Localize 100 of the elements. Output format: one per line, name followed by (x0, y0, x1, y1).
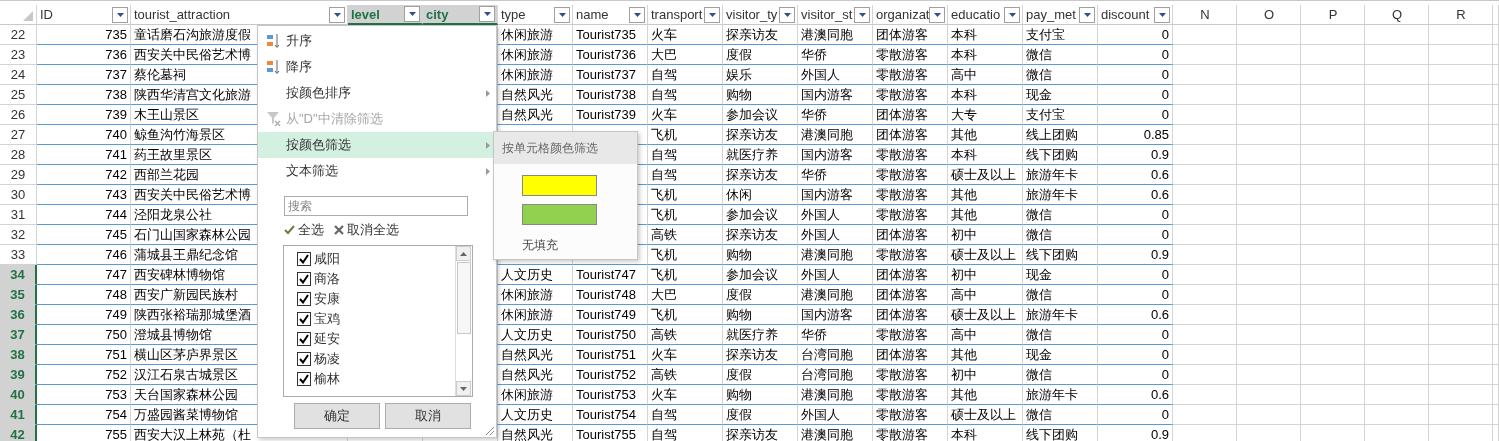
caret-icon (1083, 12, 1091, 17)
ok-button[interactable]: 确定 (294, 403, 380, 429)
table-cell: 火车 (648, 345, 723, 365)
search-field[interactable]: 搜索 (284, 196, 468, 216)
column-header[interactable]: visitor_ty (723, 5, 798, 25)
column-label: educatio (951, 7, 1001, 22)
checkbox[interactable] (297, 272, 311, 286)
filter-button[interactable] (1079, 6, 1095, 23)
row-number[interactable]: 35 (0, 285, 37, 305)
table-cell: 本科 (948, 45, 1023, 65)
row-number[interactable]: 26 (0, 105, 37, 125)
no-fill-option[interactable]: 无填充 (522, 237, 558, 254)
cancel-button[interactable]: 取消 (385, 403, 471, 429)
table-cell: 零散游客 (873, 365, 948, 385)
column-header[interactable]: N (1173, 5, 1237, 25)
table-cell: 探亲访友 (723, 225, 798, 245)
row-number[interactable]: 27 (0, 125, 37, 145)
table-cell: Tourist739 (573, 105, 648, 125)
table-cell: 华侨 (798, 325, 873, 345)
row-number[interactable]: 23 (0, 45, 37, 65)
filter-button[interactable] (1154, 6, 1170, 23)
column-header[interactable]: O (1237, 5, 1301, 25)
table-cell: 度假 (723, 285, 798, 305)
row-number[interactable]: 42 (0, 425, 37, 441)
table-cell: 初中 (948, 265, 1023, 285)
column-header[interactable]: level (348, 5, 423, 25)
column-header[interactable]: R (1429, 5, 1493, 25)
table-cell: 大巴 (648, 285, 723, 305)
row-number[interactable]: 25 (0, 85, 37, 105)
table-cell: 746 (37, 245, 131, 265)
filter-button[interactable] (929, 6, 946, 23)
row-number[interactable]: 31 (0, 205, 37, 225)
table-cell: 高中 (948, 285, 1023, 305)
table-cell: 休闲旅游 (498, 385, 573, 405)
column-header[interactable]: tourist_attraction (131, 5, 348, 25)
column-label: tourist_attraction (134, 7, 231, 22)
filter-button[interactable] (404, 6, 420, 22)
row-number[interactable]: 22 (0, 25, 37, 45)
row-number[interactable]: 30 (0, 185, 37, 205)
table-cell: 742 (37, 165, 131, 185)
checkbox[interactable] (297, 252, 311, 266)
scrollbar[interactable] (455, 246, 472, 396)
column-header[interactable]: discount (1098, 5, 1173, 25)
checkbox[interactable] (297, 372, 311, 386)
row-number[interactable]: 29 (0, 165, 37, 185)
table-cell: 高中 (948, 325, 1023, 345)
row-number[interactable]: 28 (0, 145, 37, 165)
checkbox[interactable] (297, 312, 311, 326)
table-cell: 就医疗养 (723, 325, 798, 345)
filter-button[interactable] (112, 6, 128, 23)
table-cell: 736 (37, 45, 131, 65)
table-cell: 零散游客 (873, 185, 948, 205)
row-number[interactable]: 37 (0, 325, 37, 345)
table-cell: 0.9 (1098, 245, 1173, 265)
column-header[interactable]: educatio (948, 5, 1023, 25)
row-number[interactable]: 38 (0, 345, 37, 365)
filter-button[interactable] (629, 6, 645, 23)
scroll-up-button[interactable] (456, 246, 471, 261)
menu-item[interactable]: 按颜色筛选 (258, 132, 496, 158)
row-number[interactable]: 32 (0, 225, 37, 245)
column-header[interactable]: P (1301, 5, 1365, 25)
filter-button[interactable] (329, 6, 345, 23)
filter-button[interactable] (704, 6, 720, 23)
table-cell: 自然风光 (498, 85, 573, 105)
column-header[interactable]: city (423, 5, 498, 25)
row-number[interactable]: 36 (0, 305, 37, 325)
column-header[interactable]: organizat (873, 5, 948, 25)
resize-grip-icon[interactable] (486, 427, 494, 435)
table-cell: 0.6 (1098, 165, 1173, 185)
table-cell: 零散游客 (873, 245, 948, 265)
column-header[interactable]: name (573, 5, 648, 25)
column-header[interactable]: visitor_st (798, 5, 873, 25)
checkbox[interactable] (297, 352, 311, 366)
row-number[interactable]: 33 (0, 245, 37, 265)
color-swatch[interactable] (522, 175, 597, 196)
table-cell: 0 (1098, 85, 1173, 105)
column-header[interactable]: type (498, 5, 573, 25)
row-number[interactable]: 40 (0, 385, 37, 405)
row-number[interactable]: 24 (0, 65, 37, 85)
filter-button[interactable] (1004, 6, 1020, 23)
column-header[interactable]: pay_met (1023, 5, 1098, 25)
row-number[interactable]: 41 (0, 405, 37, 425)
table-cell: 零散游客 (873, 205, 948, 225)
table-cell: 737 (37, 65, 131, 85)
table-cell: 738 (37, 85, 131, 105)
table-cell: 国内游客 (798, 305, 873, 325)
color-swatch[interactable] (522, 204, 597, 225)
filter-button[interactable] (779, 6, 795, 23)
filter-button[interactable] (854, 6, 870, 23)
table-cell: Tourist748 (573, 285, 648, 305)
filter-button[interactable] (554, 6, 570, 23)
scroll-down-button[interactable] (456, 381, 471, 396)
column-header[interactable]: Q (1365, 5, 1429, 25)
row-number[interactable]: 39 (0, 365, 37, 385)
filter-button[interactable] (479, 6, 495, 22)
row-number[interactable]: 34 (0, 265, 37, 285)
checkbox[interactable] (297, 332, 311, 346)
checkbox[interactable] (297, 292, 311, 306)
column-header[interactable]: ID (37, 5, 131, 25)
column-header[interactable]: transport (648, 5, 723, 25)
